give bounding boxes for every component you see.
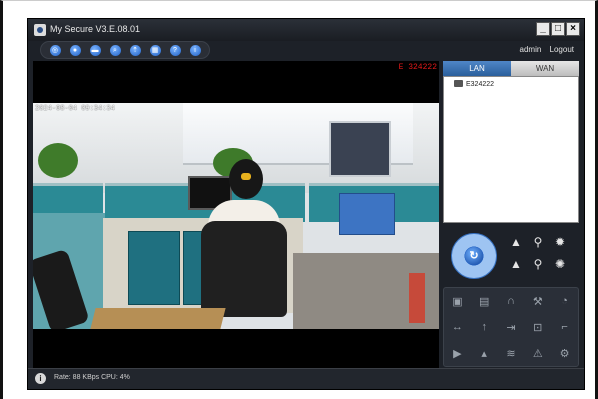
- app-logo-icon: [34, 24, 46, 36]
- main-toolbar: ◎ ● ▬ ⌕ ⇡ ▦ ? i: [40, 41, 210, 59]
- flip-vertical-icon[interactable]: ↑: [481, 321, 487, 333]
- maximize-button[interactable]: □: [551, 22, 565, 36]
- iris-open-icon[interactable]: ✹: [553, 235, 567, 249]
- iris-close-icon[interactable]: ✺: [553, 257, 567, 271]
- ptz-direction-pad[interactable]: ↻: [451, 233, 497, 279]
- osd-timestamp: 2024-08-04 09:34:34: [35, 105, 115, 113]
- play-icon[interactable]: ▶: [453, 347, 461, 360]
- ptz-controls: ↻ ▲ ⚲ ✹ ▲ ⚲ ✺: [443, 229, 579, 283]
- focus-out-icon[interactable]: ⚲: [531, 257, 545, 271]
- flip-horizontal-icon[interactable]: ↔: [452, 321, 463, 333]
- close-button[interactable]: ×: [566, 22, 580, 36]
- device-list: E324222: [443, 76, 579, 223]
- window-title: My Secure V3.E.08.01: [50, 24, 141, 34]
- username-label: admin: [519, 45, 542, 54]
- settings-wrench-icon[interactable]: ⚒: [533, 295, 543, 308]
- toolbar-button-5[interactable]: ⇡: [129, 44, 141, 56]
- next-icon[interactable]: ⇥: [506, 321, 515, 334]
- tab-lan[interactable]: LAN: [443, 61, 511, 76]
- zoom-in-triangle-icon[interactable]: ▲: [509, 235, 523, 249]
- app-window: My Secure V3.E.08.01 _ □ × ◎ ● ▬ ⌕ ⇡ ▦ ?…: [27, 18, 585, 390]
- warning-icon[interactable]: ⚠: [533, 347, 543, 360]
- function-icon-grid: ▣ ▤ ∩ ⚒ ◔ ↔ ↑ ⇥ ⊡ ⌐ ▶ ▴ ≋ ⚠ ⚙: [443, 287, 579, 367]
- ptz-center-button[interactable]: ↻: [465, 247, 483, 265]
- preset-icon[interactable]: ⊡: [533, 321, 542, 334]
- title-bar[interactable]: My Secure V3.E.08.01 _ □ ×: [28, 19, 584, 41]
- tools-icon[interactable]: ⚙: [560, 347, 570, 360]
- minimize-button[interactable]: _: [536, 22, 550, 36]
- focus-in-icon[interactable]: ⚲: [531, 235, 545, 249]
- logout-link[interactable]: Logout: [550, 45, 574, 54]
- toolbar-button-4[interactable]: ⌕: [109, 44, 121, 56]
- info-status-icon: i: [35, 373, 46, 384]
- camera-feed-image: 2024-08-04 09:34:34: [33, 103, 439, 329]
- toolbar-button-6[interactable]: ▦: [149, 44, 161, 56]
- status-text: Rate: 88 KBps CPU: 4%: [54, 374, 130, 381]
- light-icon[interactable]: ▴: [481, 347, 487, 360]
- device-list-item[interactable]: E324222: [454, 80, 494, 88]
- corner-icon[interactable]: ⌐: [561, 321, 567, 333]
- tab-wan[interactable]: WAN: [511, 61, 579, 76]
- device-panel: LAN WAN E324222: [443, 61, 579, 226]
- zoom-out-triangle-icon[interactable]: ▲: [509, 257, 523, 271]
- toolbar-button-2[interactable]: ●: [69, 44, 81, 56]
- wifi-icon[interactable]: ≋: [506, 347, 515, 360]
- help-button[interactable]: ?: [169, 44, 181, 56]
- network-tabs: LAN WAN: [443, 61, 579, 76]
- toolbar-button-3[interactable]: ▬: [89, 44, 101, 56]
- device-name: E324222: [466, 81, 495, 88]
- toolbar-button-1[interactable]: ◎: [49, 44, 61, 56]
- audio-icon[interactable]: ∩: [507, 295, 515, 307]
- window-controls: _ □ ×: [536, 22, 580, 36]
- device-osd-label: E 324222: [398, 63, 437, 72]
- alarm-icon[interactable]: ◔: [561, 295, 568, 307]
- status-bar: i Rate: 88 KBps CPU: 4%: [28, 368, 584, 389]
- camera-icon: [454, 80, 463, 87]
- info-button[interactable]: i: [189, 44, 201, 56]
- record-icon[interactable]: ▤: [479, 295, 489, 308]
- user-area: admin Logout: [514, 45, 575, 54]
- snapshot-icon[interactable]: ▣: [452, 295, 462, 308]
- video-viewport[interactable]: E 324222 2024-08-04 09:34:34: [33, 61, 439, 368]
